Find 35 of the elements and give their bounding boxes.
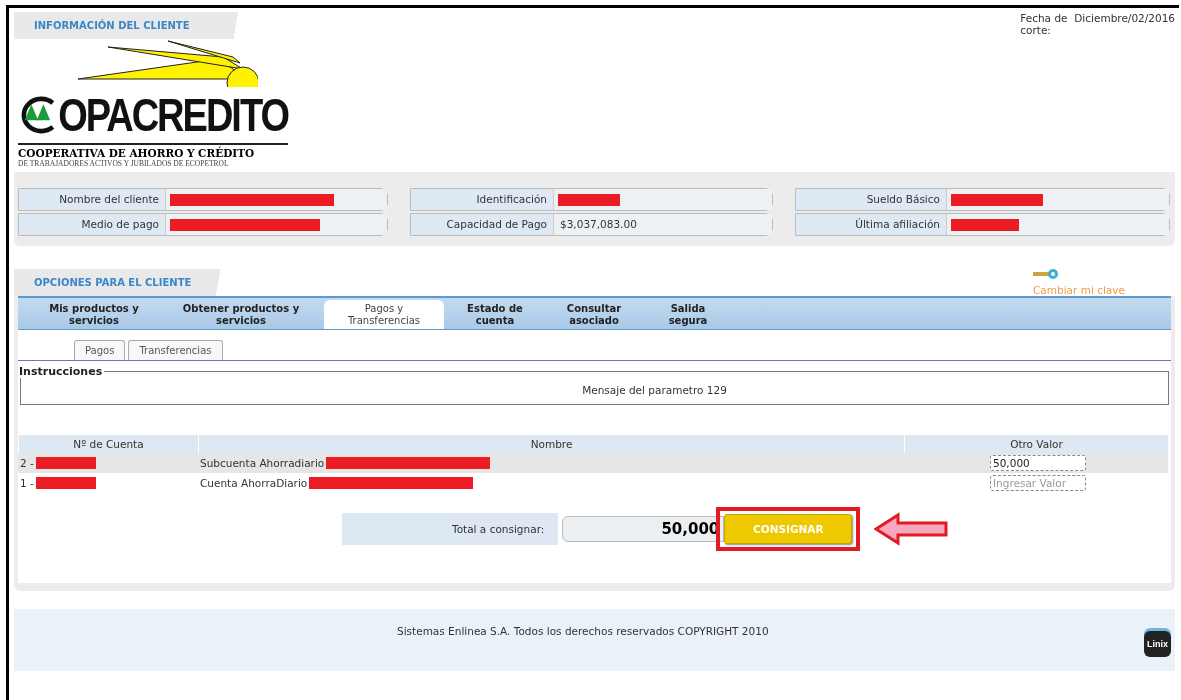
logo-tagline: COOPERATIVA DE AHORRO Y CRÉDITO xyxy=(18,143,288,159)
instructions-message: Mensaje del parametro 129 xyxy=(581,384,728,396)
field-label: Última afiliación xyxy=(796,214,946,235)
cutoff-date-label: Fecha de corte: xyxy=(1020,12,1069,38)
account-number: 1 - xyxy=(20,477,34,489)
instructions-legend: Instrucciones xyxy=(17,365,105,378)
copyright-text: Sistemas Enlinea S.A. Todos los derechos reservados COPYRIGHT 2010 xyxy=(397,625,769,639)
key-icon xyxy=(1033,268,1059,280)
total-label: Total a consignar: xyxy=(342,513,559,545)
field-label: Sueldo Básico xyxy=(796,189,946,210)
nav-tab[interactable]: Estado de cuenta xyxy=(452,300,538,329)
nav-tab[interactable]: Consultar asociado xyxy=(546,300,642,329)
column-header: Nº de Cuenta xyxy=(18,435,198,453)
column-header: Otro Valor xyxy=(904,435,1168,453)
field-label: Identificación xyxy=(411,189,553,210)
field-label: Nombre del cliente xyxy=(19,189,165,210)
account-name: Cuenta AhorraDiario xyxy=(200,477,308,489)
logo-wordmark: OPACREDITO xyxy=(58,91,288,139)
account-number: 2 - xyxy=(20,457,34,469)
field-value: $3,037,083.00 xyxy=(553,214,772,235)
nav-tab[interactable]: Salida segura xyxy=(650,300,726,329)
nav-tab[interactable]: Pagos y Transferencias xyxy=(324,300,444,329)
field-label: Capacidad de Pago xyxy=(411,214,553,235)
nav-tab[interactable]: Mis productos y servicios xyxy=(30,300,158,329)
nav-tab[interactable]: Obtener productos y servicios xyxy=(166,300,316,329)
sub-tab[interactable]: Transferencias xyxy=(128,340,223,360)
linix-logo: Linix xyxy=(1144,631,1171,657)
cutoff-date: Diciembre/02/2016 xyxy=(1074,12,1175,26)
field-label: Medio de pago xyxy=(19,214,165,235)
arrow-icon xyxy=(874,512,951,546)
column-header: Nombre xyxy=(198,435,904,453)
value-input[interactable]: Ingresar Valor xyxy=(990,475,1086,491)
value-input[interactable]: 50,000 xyxy=(990,455,1086,471)
account-name: Subcuenta Ahorradiario xyxy=(200,457,325,469)
sub-tab[interactable]: Pagos xyxy=(74,340,126,360)
